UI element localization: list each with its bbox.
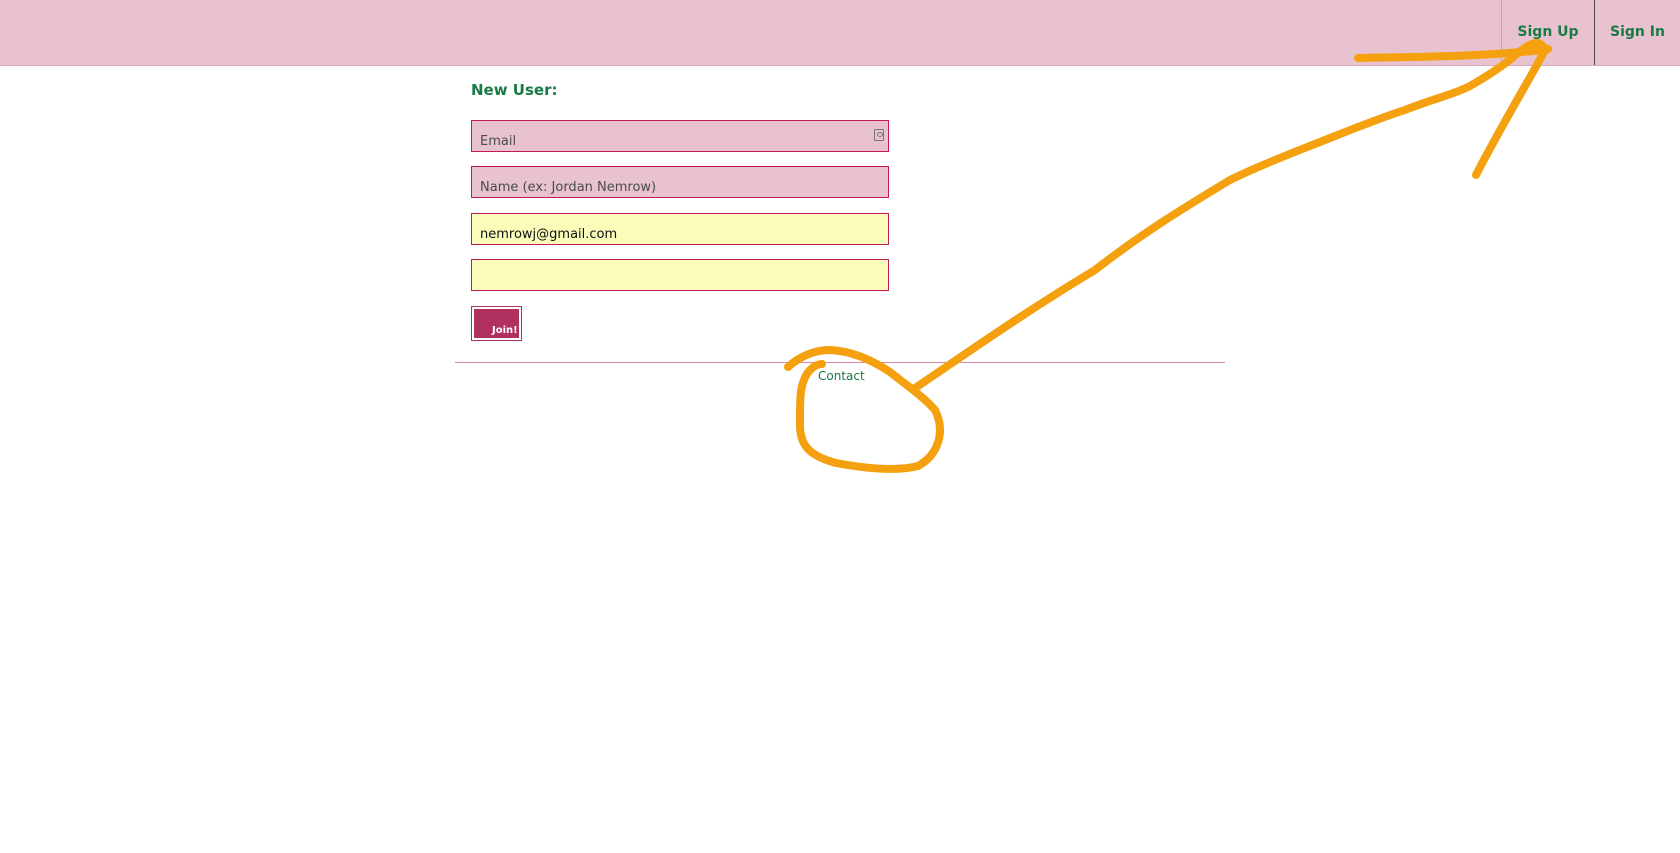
footer-divider	[455, 362, 1225, 363]
sign-up-link[interactable]: Sign Up	[1501, 0, 1594, 65]
annotation-circle-stroke	[784, 346, 944, 473]
contact-card-icon[interactable]	[874, 129, 884, 141]
join-button[interactable]: Join!	[474, 309, 519, 338]
contact-link[interactable]: Contact	[818, 369, 865, 383]
top-navigation-bar: Sign Up Sign In	[0, 0, 1680, 66]
sign-in-link[interactable]: Sign In	[1594, 0, 1680, 65]
name-input[interactable]	[471, 166, 889, 198]
annotation-arrow-line	[911, 39, 1549, 392]
join-button-frame: Join!	[471, 306, 522, 341]
form-title: New User:	[471, 81, 558, 99]
email-input[interactable]	[471, 120, 889, 152]
username-input[interactable]	[471, 213, 889, 245]
password-input[interactable]	[471, 259, 889, 291]
